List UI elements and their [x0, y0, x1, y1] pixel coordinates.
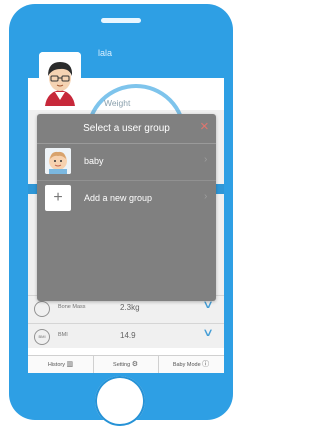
group-label: baby [84, 156, 104, 166]
info-icon: ⓘ [202, 361, 210, 368]
user-avatar[interactable] [39, 52, 81, 106]
gear-icon: ⚙ [131, 361, 138, 368]
add-group-button[interactable]: + Add a new group › [37, 181, 216, 217]
man-avatar-icon [39, 52, 81, 106]
tab-setting[interactable]: Setting ⚙ [93, 356, 159, 373]
group-label: Add a new group [84, 193, 153, 203]
plus-icon: + [45, 185, 71, 211]
user-name: lala [98, 48, 113, 58]
tab-label: Baby Mode [172, 362, 201, 368]
chart-icon: ▥ [66, 361, 74, 368]
speaker-slot [101, 18, 141, 23]
home-button[interactable] [95, 376, 145, 426]
group-item-baby[interactable]: baby › [37, 144, 216, 180]
close-icon[interactable]: × [200, 118, 209, 135]
chevron-right-icon: › [204, 191, 208, 202]
chevron-right-icon: › [204, 154, 208, 165]
user-group-dialog: Select a user group × baby › + Add a new… [37, 114, 216, 301]
weight-label: Weight [104, 98, 131, 108]
tab-label: History [47, 362, 65, 368]
tab-history[interactable]: History ▥ [28, 356, 94, 373]
tab-baby-mode[interactable]: Baby Mode ⓘ [158, 356, 224, 373]
baby-avatar-icon [45, 148, 71, 174]
dialog-title: Select a user group [83, 123, 170, 134]
bottom-tab-bar: History ▥ Setting ⚙ Baby Mode ⓘ [28, 355, 224, 373]
tab-label: Setting [113, 362, 131, 368]
